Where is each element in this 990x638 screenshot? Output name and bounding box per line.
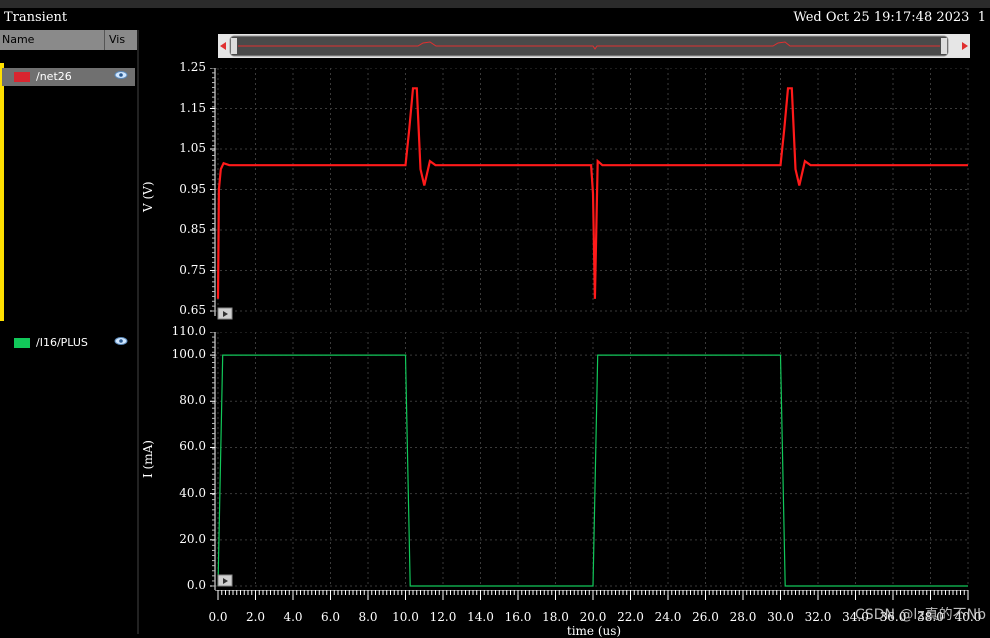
voltage-axis-label: V (V) <box>141 181 155 212</box>
panel-divider[interactable] <box>137 30 139 634</box>
current-plot[interactable] <box>210 332 970 590</box>
column-vis-label: Vis <box>109 33 126 46</box>
column-header: Name Vis <box>0 30 137 50</box>
y-tick-label: 40.0 <box>179 485 206 500</box>
y-tick-label: 0.65 <box>179 303 206 317</box>
voltage-minor-ticks <box>210 68 215 312</box>
x-tick-label: 18.0 <box>542 610 569 624</box>
x-tick-label: 32.0 <box>804 610 832 624</box>
signal-color-swatch <box>14 338 30 348</box>
y-tick-label: 0.85 <box>179 222 206 236</box>
series-i16-plus-line <box>217 354 968 587</box>
current-minor-ticks <box>210 332 215 587</box>
signal-row-net26[interactable]: /net26 <box>2 68 135 86</box>
x-tick-label: 6.0 <box>320 610 341 624</box>
y-tick-label: 100.0 <box>171 347 206 362</box>
window-titlebar: Transient Wed Oct 25 19:17:48 2023 1 <box>0 8 990 30</box>
signal-label: /net26 <box>36 70 72 83</box>
time-axis-label: time (us) <box>566 624 622 638</box>
column-vis-header[interactable]: Vis <box>104 30 138 50</box>
strip-selection-bar <box>0 63 4 321</box>
current-grid <box>215 332 969 587</box>
scroll-left-handle <box>231 38 237 54</box>
y-tick-label: 0.0 <box>186 578 206 592</box>
x-tick-label: 14.0 <box>467 610 494 624</box>
y-tick-label: 1.05 <box>179 141 206 155</box>
column-name-header[interactable]: Name <box>2 33 34 46</box>
time-axis <box>215 590 969 600</box>
x-tick-label: 30.0 <box>767 610 794 624</box>
datetime-text: Wed Oct 25 19:17:48 2023 <box>793 10 970 25</box>
x-tick-label: 28.0 <box>729 610 757 624</box>
signal-browser: Name Vis /net26 /I16/PLUS <box>0 30 137 634</box>
signal-label: /I16/PLUS <box>36 336 88 349</box>
page-number: 1 <box>977 10 986 25</box>
x-tick-label: 16.0 <box>504 610 532 624</box>
voltage-plot[interactable] <box>210 68 970 324</box>
x-tick-label: 26.0 <box>692 610 719 624</box>
window-title: Transient <box>4 10 68 25</box>
x-tick-label: 2.0 <box>245 610 266 624</box>
x-tick-label: 8.0 <box>358 610 378 624</box>
y-tick-label: 20.0 <box>179 531 206 546</box>
x-tick-label: 10.0 <box>392 610 419 624</box>
x-tick-label: 20.0 <box>579 610 607 624</box>
y-tick-label: 0.95 <box>179 181 206 196</box>
current-axis-label: I (mA) <box>141 440 155 478</box>
eye-icon[interactable] <box>114 336 128 346</box>
scroll-right-handle <box>941 38 947 54</box>
y-tick-label: 80.0 <box>179 393 206 408</box>
x-tick-label: 4.0 <box>283 610 303 624</box>
y-tick-label: 60.0 <box>179 439 206 454</box>
watermark: CSDN @lz真的不Nb <box>855 607 986 623</box>
voltage-grid <box>215 68 969 312</box>
eye-icon[interactable] <box>114 70 128 80</box>
window-datetime: Wed Oct 25 19:17:48 2023 1 <box>793 10 986 25</box>
y-tick-label: 0.75 <box>179 262 206 277</box>
zoom-scrollbar[interactable] <box>218 32 970 60</box>
x-tick-label: 12.0 <box>429 610 457 624</box>
signal-color-swatch <box>14 72 30 82</box>
y-tick-label: 110.0 <box>171 324 206 338</box>
y-tick-label: 1.15 <box>179 100 206 115</box>
y-tick-label: 1.25 <box>179 60 206 74</box>
signal-row-i16-plus[interactable]: /I16/PLUS <box>2 334 135 352</box>
x-tick-label: 24.0 <box>654 610 682 624</box>
x-tick-label: 0.0 <box>208 610 228 624</box>
x-tick-label: 22.0 <box>617 610 644 624</box>
